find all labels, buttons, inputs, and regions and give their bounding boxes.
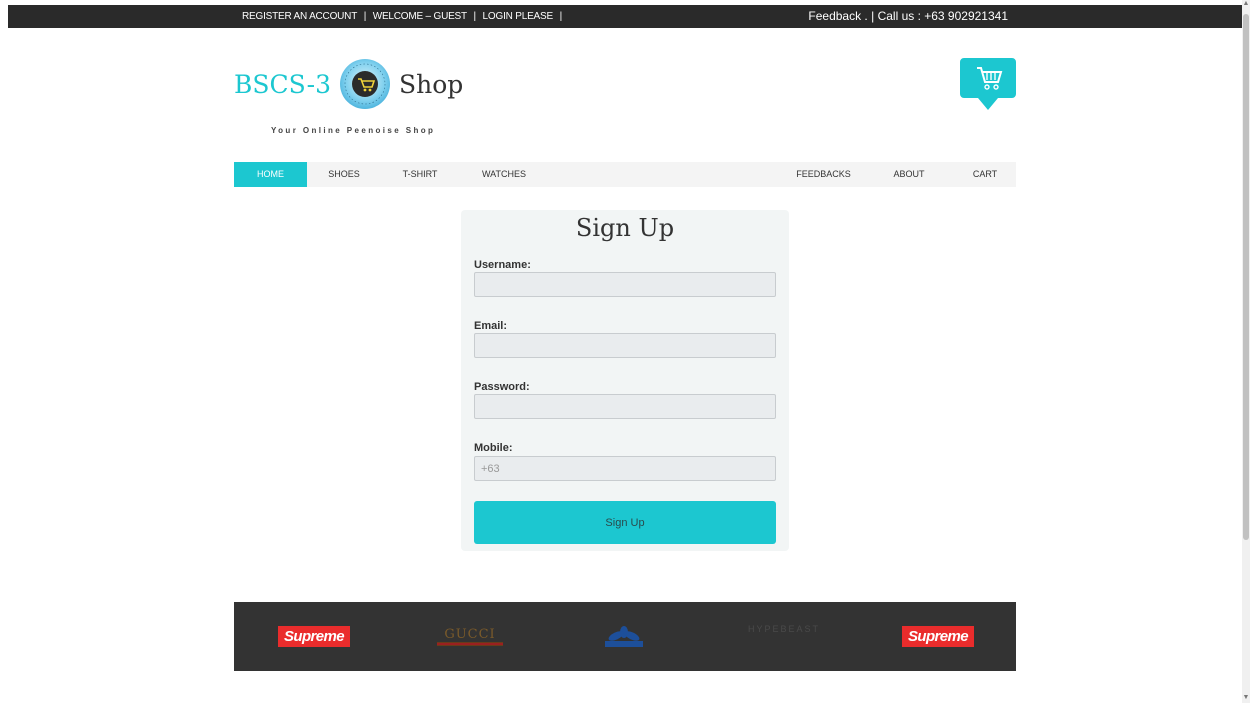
brand-supreme-2[interactable]: Supreme [898, 602, 978, 671]
password-label: Password: [474, 381, 530, 393]
brand-supreme-1[interactable]: Supreme [274, 602, 354, 671]
main-navigation: HOME SHOES T-SHIRT WATCHES FEEDBACKS ABO… [234, 162, 1016, 187]
gucci-stripe-icon [437, 642, 503, 646]
top-bar: REGISTER AN ACCOUNT | WELCOME – GUEST | … [234, 5, 1016, 28]
adidas-trefoil-icon [605, 625, 643, 647]
signup-button[interactable]: Sign Up [474, 501, 776, 544]
topbar-background-right [1016, 5, 1242, 28]
separator: | [559, 11, 563, 22]
mobile-input[interactable] [474, 456, 776, 481]
separator: | [363, 11, 367, 22]
hypebeast-logo: HYPEBEAST [747, 624, 821, 634]
username-label: Username: [474, 259, 531, 271]
nav-about[interactable]: ABOUT [885, 162, 933, 187]
register-link[interactable]: REGISTER AN ACCOUNT [242, 11, 357, 22]
topbar-contact: Feedback . | Call us : +63 902921341 [808, 9, 1008, 23]
scroll-down-icon[interactable]: ▼ [1242, 694, 1250, 702]
scroll-up-icon[interactable]: ▲ [1242, 0, 1250, 8]
logo-text-left: BSCS-3 [234, 69, 332, 99]
page-scrollbar[interactable]: ▲ ▼ [1242, 0, 1250, 703]
separator: | [473, 11, 477, 22]
nav-feedbacks[interactable]: FEEDBACKS [791, 162, 856, 187]
site-tagline: Your Online Peenoise Shop [271, 126, 436, 135]
nav-tshirt[interactable]: T-SHIRT [394, 162, 446, 187]
signup-form: Sign Up Username: Email: Password: Mobil… [461, 210, 789, 551]
cart-emblem-icon [339, 58, 391, 110]
welcome-text: WELCOME – GUEST [372, 11, 467, 22]
gucci-logo: GUCCI [444, 627, 496, 642]
scrollbar-thumb[interactable] [1243, 14, 1249, 540]
cart-button[interactable] [960, 56, 1016, 112]
logo-text-right: Shop [399, 69, 464, 99]
supreme-logo: Supreme [278, 626, 350, 647]
nav-cart[interactable]: CART [964, 162, 1006, 187]
brand-adidas[interactable] [594, 602, 654, 671]
email-label: Email: [474, 320, 508, 332]
nav-home[interactable]: HOME [234, 162, 307, 187]
nav-shoes[interactable]: SHOES [320, 162, 368, 187]
password-input[interactable] [474, 394, 776, 419]
brand-gucci[interactable]: GUCCI [430, 602, 510, 671]
nav-watches[interactable]: WATCHES [475, 162, 533, 187]
supreme-logo: Supreme [902, 626, 974, 647]
feedback-link[interactable]: Feedback . [808, 9, 867, 23]
email-input[interactable] [474, 333, 776, 358]
username-input[interactable] [474, 272, 776, 297]
topbar-links: REGISTER AN ACCOUNT | WELCOME – GUEST | … [242, 11, 566, 22]
mobile-label: Mobile: [474, 442, 513, 454]
brand-hypebeast[interactable]: HYPEBEAST [739, 602, 829, 671]
login-link[interactable]: LOGIN PLEASE [483, 11, 554, 22]
form-title: Sign Up [575, 214, 675, 242]
brand-strip: Supreme GUCCI HYPEBEAST Supreme [234, 602, 1016, 671]
site-logo[interactable]: BSCS-3 Shop [234, 59, 464, 109]
cart-icon [960, 58, 1016, 110]
topbar-background-left [8, 5, 234, 28]
call-us-text: Call us : +63 902921341 [877, 9, 1008, 23]
